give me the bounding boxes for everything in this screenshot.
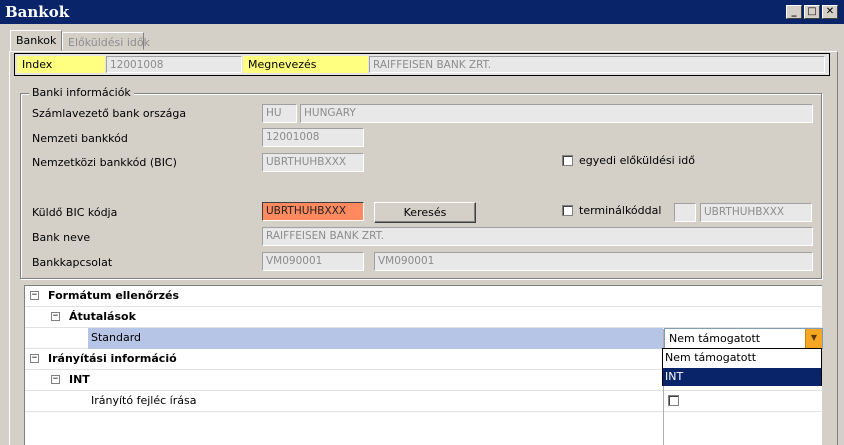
bic-field[interactable]: UBRTHUHBXXX xyxy=(262,153,364,172)
standard-label-cell xyxy=(88,328,663,349)
standard-dropdown-list[interactable]: Nem támogatott INT xyxy=(662,348,822,386)
collapse-icon[interactable]: − xyxy=(30,354,39,363)
country-label: Számlavezető bank országa xyxy=(32,107,187,120)
standard-combo-value: Nem támogatott xyxy=(669,332,761,345)
minimize-button[interactable]: _ xyxy=(786,5,802,19)
dropdown-option-int[interactable]: INT xyxy=(663,368,821,386)
relation-name-field[interactable]: VM090001 xyxy=(374,252,813,271)
chevron-down-icon[interactable]: ▼ xyxy=(805,329,822,348)
terminal-code-field[interactable] xyxy=(674,203,696,222)
grid-row-header-write[interactable]: Irányító fejléc írása xyxy=(25,391,823,412)
dropdown-option-not-supported[interactable]: Nem támogatott xyxy=(663,349,821,367)
custom-time-checkbox[interactable] xyxy=(562,155,573,166)
tab-elokuldesi-idok-label: Előküldési idők xyxy=(68,36,150,49)
grid-row-format-check[interactable]: − Formátum ellenőrzés xyxy=(25,286,823,307)
custom-time-label: egyedi előküldési idő xyxy=(579,154,695,167)
close-button[interactable]: ✕ xyxy=(822,5,838,19)
collapse-icon[interactable]: − xyxy=(30,291,39,300)
window-title-bar: Bankok xyxy=(0,0,844,24)
country-code-field[interactable]: HU xyxy=(262,104,297,123)
index-field[interactable]: 12001008 xyxy=(106,56,242,73)
bank-name-field[interactable]: RAIFFEISEN BANK ZRT. xyxy=(262,227,813,246)
collapse-icon[interactable]: − xyxy=(51,312,60,321)
window-title: Bankok xyxy=(5,3,70,21)
national-code-label: Nemzeti bankkód xyxy=(32,132,128,145)
bank-name-label: Bank neve xyxy=(32,231,91,244)
record-header: Index 12001008 Megnevezés RAIFFEISEN BAN… xyxy=(14,53,830,76)
terminal-checkbox[interactable] xyxy=(562,205,573,216)
index-label: Index xyxy=(17,56,105,73)
terminal-bic-field[interactable]: UBRTHUHBXXX xyxy=(700,203,812,222)
country-name-field[interactable]: HUNGARY xyxy=(300,104,813,123)
header-write-label: Irányító fejléc írása xyxy=(91,394,197,407)
tab-bankok[interactable]: Bankok xyxy=(10,30,62,51)
name-label: Megnevezés xyxy=(243,56,368,73)
bic-label: Nemzetközi bankkód (BIC) xyxy=(32,156,177,169)
collapse-icon[interactable]: − xyxy=(51,375,60,384)
sender-bic-label: Küldő BIC kódja xyxy=(32,206,118,219)
grid-column-divider xyxy=(663,329,664,445)
bank-info-legend: Banki információk xyxy=(29,86,134,99)
relation-label: Bankkapcsolat xyxy=(32,256,113,269)
search-button[interactable]: Keresés xyxy=(374,202,476,223)
tab-elokuldesi-idok[interactable]: Előküldési idők xyxy=(62,32,150,50)
sender-bic-field[interactable]: UBRTHUHBXXX xyxy=(262,202,364,221)
format-check-label: Formátum ellenőrzés xyxy=(48,289,180,302)
standard-combobox[interactable]: Nem támogatott ▼ xyxy=(664,328,823,349)
routing-label: Irányítási információ xyxy=(48,352,177,365)
transfers-label: Átutalások xyxy=(69,310,136,323)
header-write-checkbox[interactable] xyxy=(668,395,679,406)
grid-row-transfers[interactable]: − Átutalások xyxy=(25,307,823,328)
relation-code-field[interactable]: VM090001 xyxy=(262,252,364,271)
terminal-label: terminálkóddal xyxy=(579,204,662,217)
name-field[interactable]: RAIFFEISEN BANK ZRT. xyxy=(369,56,825,73)
maximize-button[interactable]: □ xyxy=(804,5,820,19)
standard-label: Standard xyxy=(91,331,142,344)
national-code-field[interactable]: 12001008 xyxy=(262,128,364,147)
int-label: INT xyxy=(69,373,90,386)
tab-bankok-label: Bankok xyxy=(16,34,57,47)
